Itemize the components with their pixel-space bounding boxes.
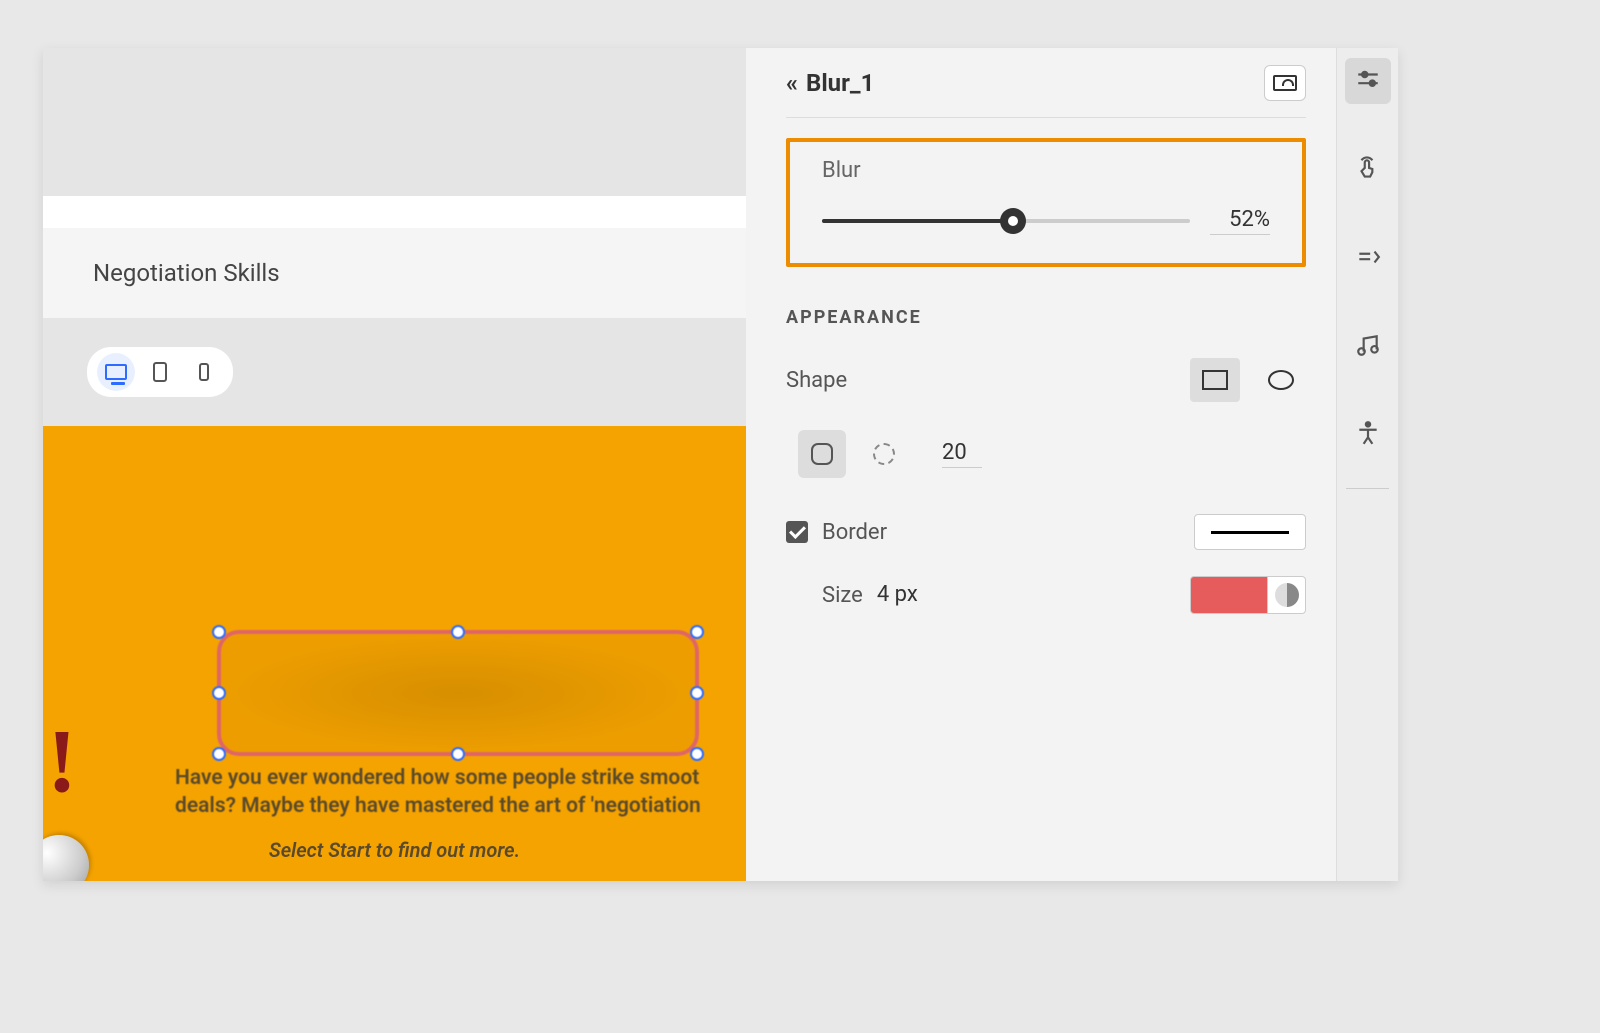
ellipse-icon [1268, 370, 1294, 390]
canvas-whitebar [43, 196, 746, 228]
device-switcher [87, 347, 233, 397]
resize-handle[interactable] [690, 747, 704, 761]
resize-handle[interactable] [451, 747, 465, 761]
appearance-header: APPEARANCE [786, 307, 1306, 328]
music-icon [1355, 332, 1381, 358]
rectangle-icon [1202, 370, 1228, 390]
device-mobile-button[interactable] [185, 353, 223, 391]
resize-handle[interactable] [212, 686, 226, 700]
blur-slider-fill [822, 219, 1013, 223]
preview-icon [1273, 75, 1297, 91]
rail-properties-button[interactable] [1345, 58, 1391, 104]
blur-slider-thumb[interactable] [1000, 208, 1026, 234]
border-size-label: Size [822, 583, 863, 608]
rail-audio-button[interactable] [1345, 322, 1391, 368]
shape-rectangle-button[interactable] [1190, 358, 1240, 402]
right-icon-rail [1336, 48, 1398, 881]
resize-handle[interactable] [212, 747, 226, 761]
lightning-icon [1355, 244, 1381, 270]
slide-hint-text: Select Start to find out more. [43, 838, 746, 862]
mobile-icon [199, 363, 209, 381]
shape-ellipse-button[interactable] [1256, 358, 1306, 402]
border-opacity-swatch[interactable] [1268, 576, 1306, 614]
blur-label: Blur [822, 158, 1270, 183]
rounded-corner-icon [811, 443, 833, 465]
corner-rounded-button[interactable] [798, 430, 846, 478]
preview-button[interactable] [1264, 65, 1306, 101]
shape-label: Shape [786, 368, 847, 393]
rail-accessibility-button[interactable] [1345, 410, 1391, 456]
app-frame: Negotiation Skills ! Have you ev [43, 48, 1398, 881]
border-checkbox[interactable] [786, 521, 808, 543]
panel-title: Blur_1 [806, 69, 874, 97]
sliders-icon [1355, 68, 1381, 94]
blur-object-selected[interactable] [217, 630, 699, 756]
resize-handle[interactable] [690, 686, 704, 700]
device-desktop-button[interactable] [97, 353, 135, 391]
rail-divider [1346, 488, 1389, 489]
tablet-icon [153, 362, 167, 382]
border-row: Border [786, 514, 1306, 550]
panel-header: « Blur_1 [786, 65, 1306, 118]
tap-icon [1355, 156, 1381, 182]
resize-handle[interactable] [212, 625, 226, 639]
border-size-row: Size 4 px [786, 576, 1306, 614]
back-button[interactable]: « [786, 69, 792, 97]
project-title: Negotiation Skills [93, 259, 280, 287]
border-stroke-style[interactable] [1194, 514, 1306, 550]
resize-handle[interactable] [690, 625, 704, 639]
rail-interactions-button[interactable] [1345, 146, 1391, 192]
device-bar [43, 318, 746, 426]
blur-value[interactable]: 52% [1210, 207, 1270, 235]
exclamation-graphic: ! [47, 726, 75, 798]
corner-row: 20 [798, 430, 1306, 478]
rail-triggers-button[interactable] [1345, 234, 1391, 280]
canvas-spacer [43, 48, 746, 196]
accessibility-icon [1355, 420, 1381, 446]
device-tablet-button[interactable] [141, 353, 179, 391]
border-size-value[interactable]: 4 px [877, 582, 918, 608]
stroke-line-icon [1211, 531, 1289, 534]
border-color-swatch[interactable] [1190, 576, 1268, 614]
slide-background[interactable]: ! Have you ever wondered how some people… [43, 426, 746, 881]
corner-radius-value[interactable]: 20 [942, 440, 982, 468]
resize-handle[interactable] [451, 625, 465, 639]
desktop-icon [105, 364, 127, 380]
corner-custom-button[interactable] [860, 430, 908, 478]
blur-section-highlighted: Blur 52% [786, 138, 1306, 267]
blur-slider[interactable] [822, 219, 1190, 223]
canvas[interactable]: Negotiation Skills ! Have you ev [43, 48, 746, 881]
slide-body-text: Have you ever wondered how some people s… [175, 764, 746, 821]
properties-panel: « Blur_1 Blur 52% APPEARANCE Shape [746, 48, 1336, 881]
border-label: Border [822, 520, 887, 545]
canvas-header: Negotiation Skills [43, 228, 746, 318]
custom-corner-icon [873, 443, 895, 465]
shape-row: Shape [786, 358, 1306, 402]
